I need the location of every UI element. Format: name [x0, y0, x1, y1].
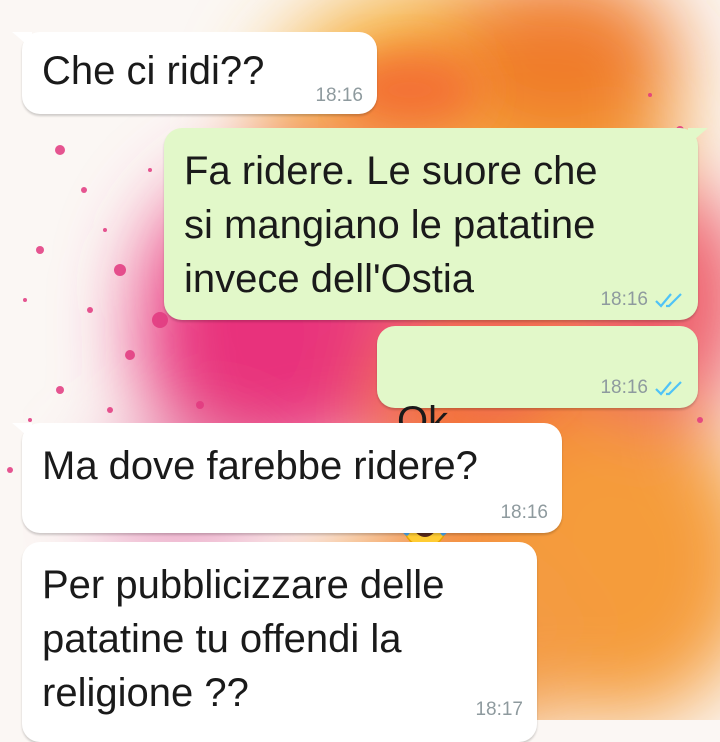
timestamp: 18:16	[600, 377, 648, 398]
timestamp: 18:17	[475, 699, 523, 720]
message-time: 18:16	[600, 290, 686, 310]
message-bubble-incoming[interactable]: Ma dove farebbe ridere? 18:16	[12, 423, 562, 533]
timestamp: 18:16	[500, 502, 548, 523]
timestamp: 18:16	[600, 289, 648, 310]
message-text: Fa ridere. Le suore che si mangiano le p…	[184, 149, 598, 301]
message-text: Per pubblicizzare delle patatine tu offe…	[42, 563, 445, 715]
bubble-tail	[12, 423, 32, 441]
double-check-icon	[655, 293, 682, 308]
message-bubble-outgoing[interactable]: Ok 18:16	[377, 326, 698, 548]
message-text: Che ci ridi??	[42, 49, 265, 93]
bubble-tail	[688, 128, 708, 146]
message-bubble-incoming[interactable]: Che ci ridi?? 18:16	[12, 32, 377, 114]
chat-thread: Che ci ridi?? 18:16 Fa ridere. Le suore …	[0, 0, 720, 742]
timestamp: 18:16	[315, 85, 363, 106]
double-check-icon	[655, 381, 682, 396]
message-time: 18:16	[315, 86, 363, 106]
message-text: Ma dove farebbe ridere?	[42, 444, 478, 488]
message-time: 18:17	[475, 700, 523, 720]
message-bubble-incoming[interactable]: Per pubblicizzare delle patatine tu offe…	[22, 542, 537, 742]
message-bubble-outgoing[interactable]: Fa ridere. Le suore che si mangiano le p…	[164, 128, 708, 320]
bubble-tail	[12, 32, 32, 50]
message-time: 18:16	[500, 503, 548, 523]
message-time: 18:16	[600, 378, 686, 398]
